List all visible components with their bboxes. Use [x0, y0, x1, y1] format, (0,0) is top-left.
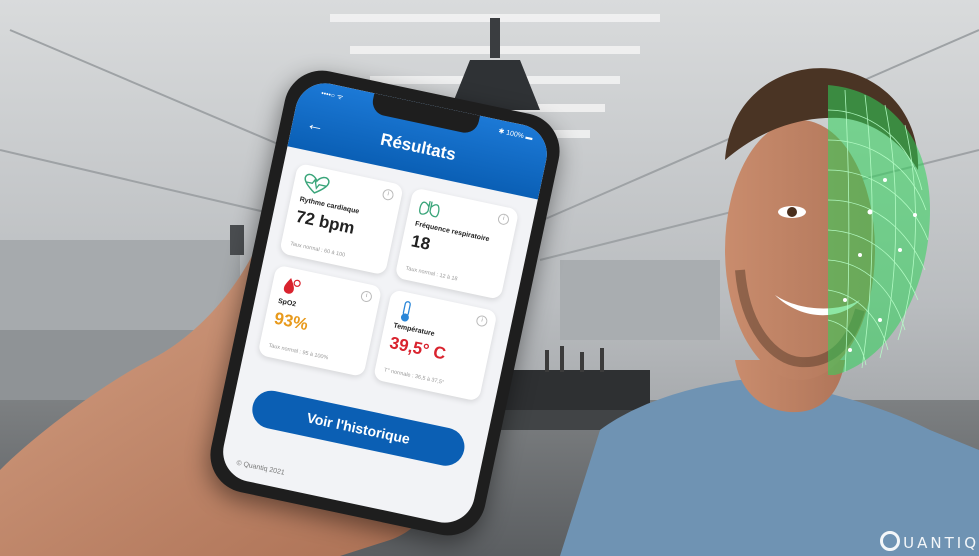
info-icon[interactable]: i [359, 289, 373, 304]
card-label: SpO2 [277, 297, 297, 309]
quantiq-logo: UANTIQ [880, 531, 979, 552]
heart-pulse-icon [304, 173, 330, 194]
card-value: 18 [409, 231, 433, 254]
respiratory-rate-card[interactable]: i Fréquence respiratoire 18 Taux normal … [394, 187, 520, 300]
logo-q-icon [880, 531, 901, 551]
card-normal-range: T° normale : 36,5 à 37,5° [383, 367, 445, 386]
logo-text: UANTIQ [903, 534, 979, 552]
spo2-card[interactable]: i SpO2 93% Taux normal : 95 à 100% [257, 264, 383, 378]
card-normal-range: Taux normal : 95 à 100% [267, 342, 329, 362]
copyright-text: © Quantiq 2021 [235, 459, 286, 477]
view-history-button[interactable]: Voir l'historique [248, 387, 468, 470]
info-icon[interactable]: i [496, 212, 511, 226]
card-normal-range: Taux normal : 60 à 100 [289, 241, 346, 259]
blood-drop-icon [283, 277, 301, 294]
temperature-card[interactable]: i Température 39,5° C T° normale : 36,5 … [372, 289, 498, 402]
info-icon[interactable]: i [475, 314, 489, 328]
heart-rate-card[interactable]: i Rythme cardiaque 72 bpm Taux normal : … [279, 162, 404, 276]
info-icon[interactable]: i [381, 188, 395, 202]
status-bar-battery: ✱ 100% ▬ [497, 127, 534, 142]
card-value: 93% [272, 308, 310, 335]
card-normal-range: Taux normal : 12 à 18 [404, 265, 458, 283]
status-bar-signal: ••••○ ᯤ [320, 90, 344, 102]
lungs-icon [419, 201, 440, 218]
card-value: 39,5° C [387, 333, 448, 364]
thermometer-icon [400, 301, 411, 322]
